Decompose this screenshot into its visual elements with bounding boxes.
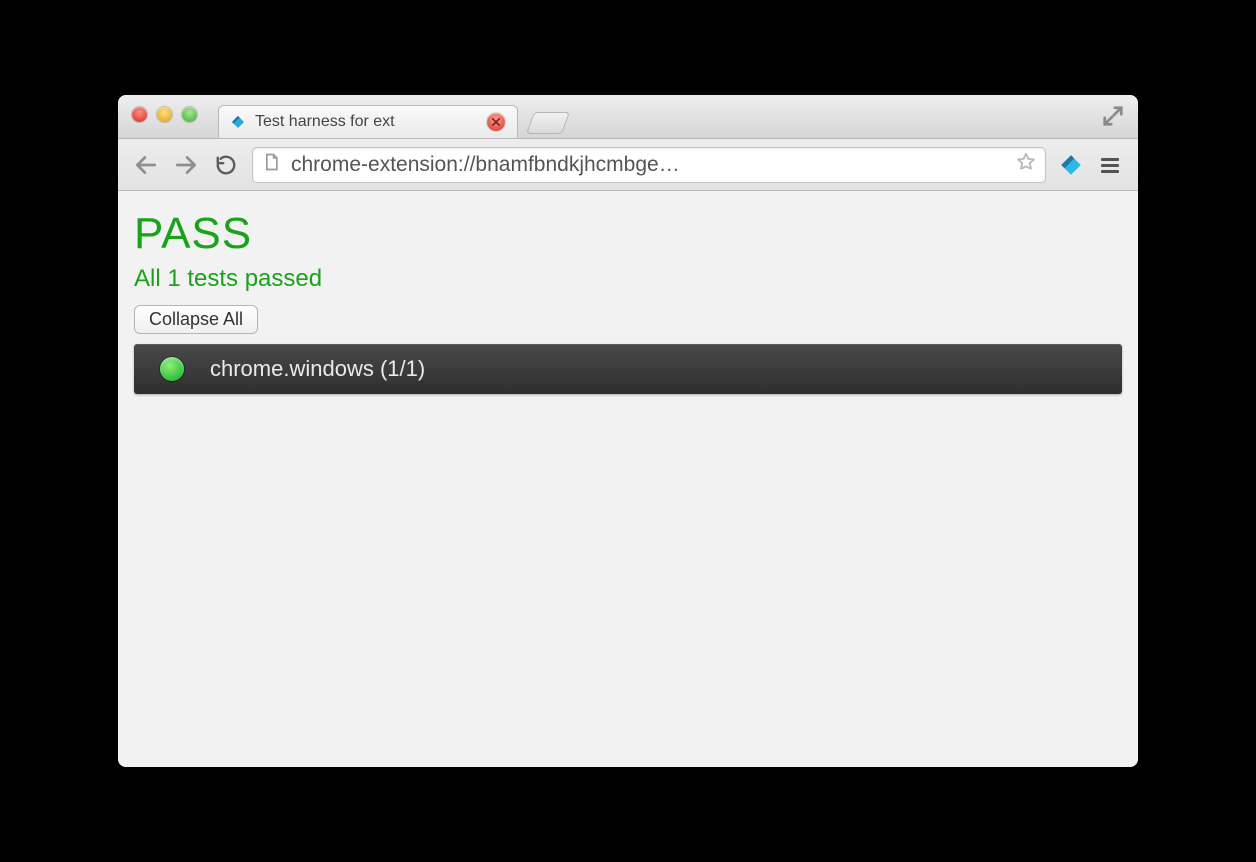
page-icon <box>261 152 281 177</box>
status-heading: PASS <box>134 209 1122 259</box>
reload-button[interactable] <box>212 151 240 179</box>
status-subtext: All 1 tests passed <box>134 265 1122 293</box>
chrome-menu-button[interactable] <box>1096 151 1124 179</box>
dart-favicon-icon <box>229 113 247 131</box>
traffic-lights <box>132 107 197 122</box>
page-content: PASS All 1 tests passed Collapse All chr… <box>118 191 1138 767</box>
tab-title: Test harness for ext <box>255 113 395 131</box>
tab-close-button[interactable] <box>487 113 505 131</box>
window-zoom-button[interactable] <box>182 107 197 122</box>
bookmark-star-icon[interactable] <box>1015 151 1037 178</box>
pass-indicator-icon <box>160 357 184 381</box>
forward-button[interactable] <box>172 151 200 179</box>
test-group-row[interactable]: chrome.windows (1/1) <box>134 344 1122 394</box>
fullscreen-icon[interactable] <box>1102 105 1124 127</box>
dart-extension-icon[interactable] <box>1058 152 1084 178</box>
collapse-all-button[interactable]: Collapse All <box>134 305 258 334</box>
browser-tab[interactable]: Test harness for ext <box>218 105 518 138</box>
window-minimize-button[interactable] <box>157 107 172 122</box>
address-bar[interactable]: chrome-extension://bnamfbndkjhcmbge… <box>252 147 1046 183</box>
window-close-button[interactable] <box>132 107 147 122</box>
titlebar: Test harness for ext <box>118 95 1138 139</box>
back-button[interactable] <box>132 151 160 179</box>
toolbar: chrome-extension://bnamfbndkjhcmbge… <box>118 139 1138 191</box>
new-tab-button[interactable] <box>526 112 570 134</box>
browser-window: Test harness for ext <box>118 95 1138 767</box>
test-group-label: chrome.windows (1/1) <box>210 356 425 382</box>
tab-strip: Test harness for ext <box>218 95 566 138</box>
url-text: chrome-extension://bnamfbndkjhcmbge… <box>291 153 1005 177</box>
